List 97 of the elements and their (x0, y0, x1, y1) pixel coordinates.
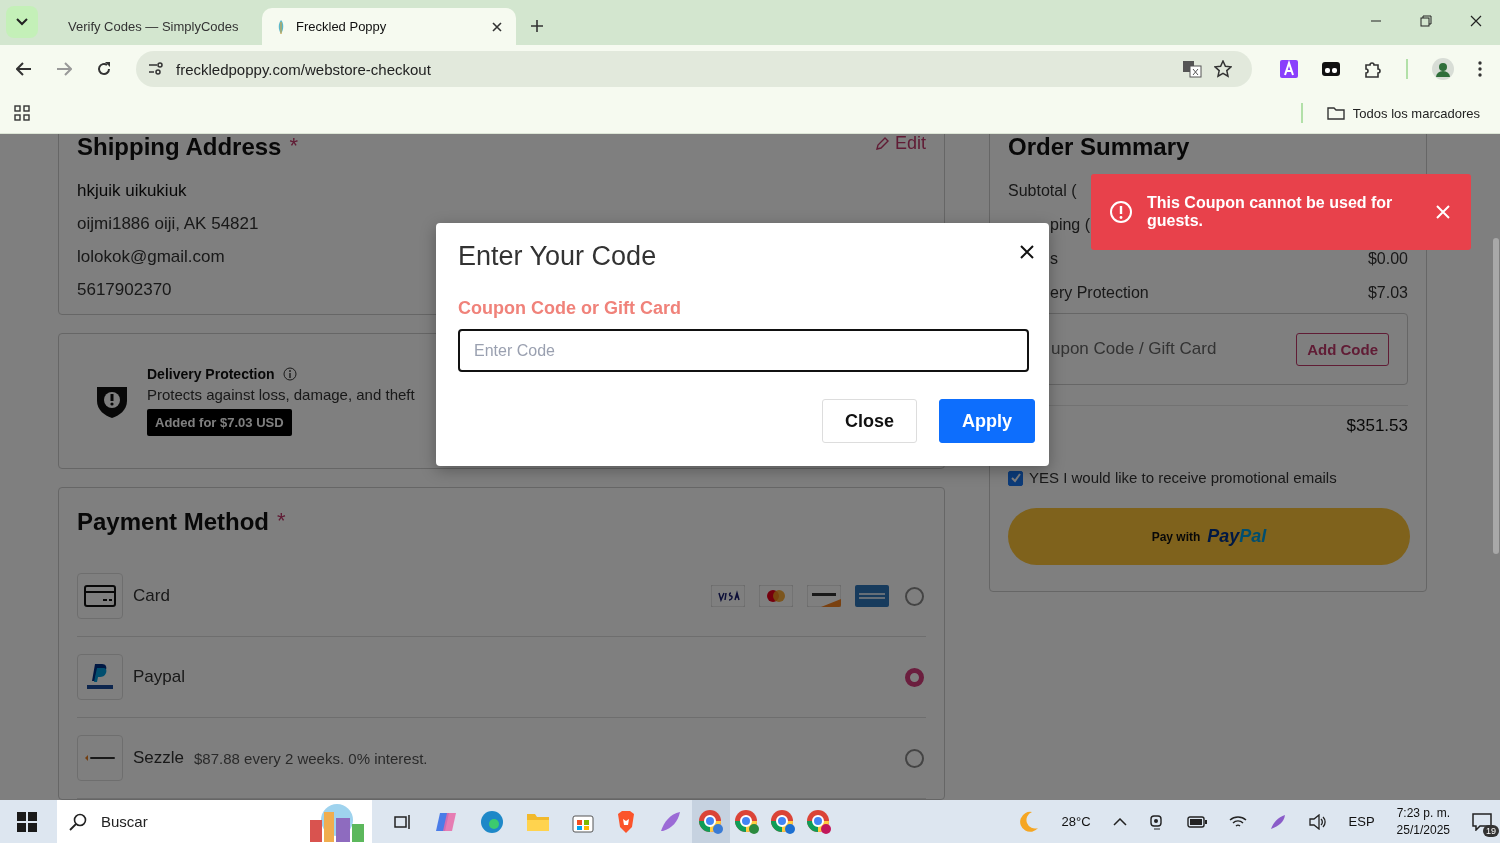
promo-label: YES I would like to receive promotional emails (1029, 468, 1337, 488)
credit-card-icon (84, 585, 116, 607)
info-icon[interactable] (282, 367, 297, 381)
speaker-icon[interactable] (1308, 813, 1327, 830)
delivery-protection-title: Delivery Protection (147, 366, 275, 382)
address-line: lolokok@gmail.com (77, 247, 225, 267)
summary-label: s (1050, 249, 1058, 269)
scrollbar-thumb[interactable] (1493, 238, 1499, 554)
alert-icon (1109, 200, 1133, 224)
plus-icon[interactable] (530, 19, 544, 33)
apply-button[interactable]: Apply (939, 399, 1035, 443)
clock-date[interactable]: 25/1/2025 (1396, 821, 1450, 839)
windows-start-icon[interactable] (17, 811, 37, 832)
delivery-protection-description: Protects against loss, damage, and theft (147, 386, 415, 403)
payment-method-label: Sezzle (133, 748, 185, 768)
mastercard-logo-icon (759, 585, 793, 607)
added-badge: Added for $7.03 USD (147, 409, 292, 436)
close-icon[interactable] (1470, 15, 1482, 27)
address-bar[interactable]: freckledpoppy.com/webstore-checkout (136, 51, 1252, 87)
weather-temperature[interactable]: 28°C (1061, 814, 1091, 829)
summary-value: $0.00 (1367, 249, 1408, 269)
sezzle-logo-icon (84, 754, 116, 762)
paypal-button[interactable]: Pay with PayPal (1008, 508, 1410, 565)
radio-button[interactable] (905, 667, 924, 687)
section-heading: Order Summary (1008, 134, 1191, 161)
chrome-profile-icon[interactable] (734, 808, 760, 835)
chevron-down-icon (16, 18, 28, 26)
browser-tab[interactable]: Verify Codes — SimplyCodes (44, 8, 262, 45)
tab-title: Freckled Poppy (296, 19, 388, 34)
task-view-icon[interactable] (394, 812, 412, 831)
extension-icon[interactable] (1322, 61, 1340, 77)
battery-icon[interactable] (1186, 815, 1207, 828)
address-line: hkjuik uikukiuk (77, 181, 187, 201)
visa-logo-icon (711, 585, 745, 607)
payment-method-label: Card (133, 586, 170, 606)
pen-icon[interactable] (1268, 812, 1287, 831)
field-label: Coupon Code or Gift Card (458, 298, 682, 319)
feather-icon[interactable] (658, 809, 682, 834)
summary-label: Subtotal ( (1008, 181, 1077, 201)
site-settings-icon[interactable] (148, 62, 164, 76)
section-heading: Payment Method (77, 508, 270, 536)
payment-method-label: Paypal (133, 667, 185, 687)
apps-grid-icon[interactable] (14, 105, 30, 121)
code-input-field[interactable]: Enter Code (458, 329, 1029, 372)
translate-icon[interactable] (1182, 60, 1202, 78)
chevron-up-icon[interactable] (1112, 817, 1127, 826)
edge-browser-icon[interactable] (480, 809, 504, 834)
taskbar-search-field[interactable]: Buscar (57, 800, 372, 843)
camera-icon[interactable] (1148, 813, 1165, 830)
close-icon[interactable] (1019, 243, 1035, 260)
language-indicator[interactable]: ESP (1348, 814, 1375, 829)
checkbox[interactable] (1008, 470, 1023, 486)
wifi-icon[interactable] (1228, 814, 1247, 829)
chrome-profile-icon[interactable] (806, 808, 832, 835)
bookmarks-folder[interactable]: Todos los marcadores (1320, 104, 1486, 122)
browser-tab[interactable]: Freckled Poppy (262, 8, 516, 45)
feather-icon (276, 18, 286, 35)
search-icon (69, 812, 87, 831)
address-line: 5617902370 (77, 280, 172, 300)
payment-method-detail: $87.88 every 2 weeks. 0% interest. (194, 749, 428, 767)
amex-logo-icon (855, 585, 889, 607)
lion-shield-icon[interactable] (616, 809, 636, 834)
required-mark: * (277, 508, 286, 534)
back-icon[interactable] (16, 62, 32, 76)
restore-icon[interactable] (1420, 15, 1432, 27)
summary-value: $7.03 (1367, 283, 1408, 303)
section-heading: Shipping Address (77, 134, 282, 161)
pencil-icon (874, 136, 889, 151)
star-icon[interactable] (1214, 60, 1232, 78)
total-value: $351.53 (1346, 416, 1408, 436)
coupon-label: upon Code / Gift Card (1051, 339, 1217, 359)
required-mark: * (289, 134, 299, 159)
radio-button[interactable] (905, 748, 924, 768)
notification-count: 19 (1483, 824, 1499, 837)
chrome-profile-icon[interactable] (698, 808, 724, 835)
discover-logo-icon (807, 585, 841, 607)
dialog-title: Enter Your Code (458, 241, 657, 272)
clock-time[interactable]: 7:23 p. m. (1396, 804, 1450, 822)
close-button[interactable]: Close (821, 399, 917, 443)
puzzle-icon[interactable] (1364, 60, 1382, 78)
paypal-logo-icon (85, 663, 115, 691)
forward-icon[interactable] (56, 62, 72, 76)
letter-a-icon[interactable] (1280, 60, 1298, 78)
avatar-icon[interactable] (1432, 58, 1454, 80)
close-icon[interactable] (492, 21, 502, 32)
menu-icon[interactable] (1478, 61, 1482, 77)
error-message: This Coupon cannot be used for guests. (1147, 194, 1394, 230)
radio-button[interactable] (905, 586, 924, 606)
tab-search-button[interactable] (6, 6, 38, 38)
folder-icon (1326, 106, 1345, 120)
chrome-profile-icon[interactable] (770, 808, 796, 835)
url-text: freckledpoppy.com/webstore-checkout (176, 60, 431, 78)
summary-label: ery Protection (1050, 283, 1149, 303)
reload-icon[interactable] (96, 61, 112, 77)
tab-title: Verify Codes — SimplyCodes (68, 19, 239, 34)
address-line: oijmi1886 oiji, AK 54821 (77, 214, 259, 234)
summary-label: ping ( (1050, 215, 1091, 235)
